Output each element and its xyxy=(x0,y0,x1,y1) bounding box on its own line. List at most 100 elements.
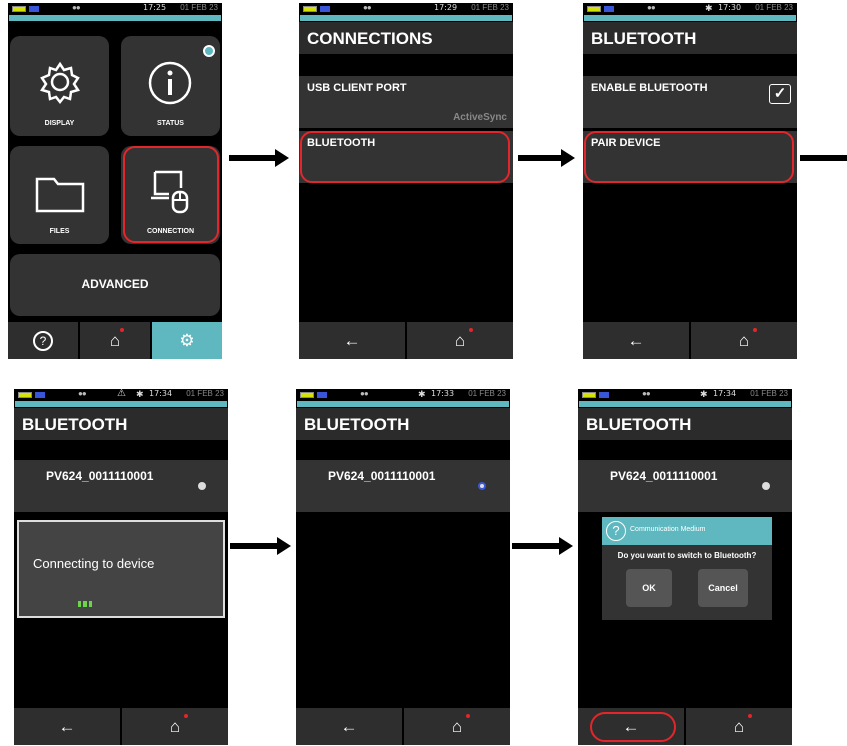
home-button[interactable]: ⌂ xyxy=(691,322,797,359)
page-title: BLUETOOTH xyxy=(583,22,797,54)
tile-label: DISPLAY xyxy=(44,120,75,127)
battery-icon xyxy=(320,6,330,12)
info-icon xyxy=(148,61,192,105)
communication-dialog: ? Communication Medium Do you want to sw… xyxy=(602,517,772,620)
battery-icon xyxy=(604,6,614,12)
ok-button[interactable]: OK xyxy=(626,569,672,607)
back-button[interactable]: ← xyxy=(296,708,402,745)
item-label: USB CLIENT PORT xyxy=(307,82,407,94)
sensor-icon: ●● xyxy=(360,389,369,398)
battery-icon xyxy=(29,6,39,12)
date: 01 FEB 23 xyxy=(750,389,788,398)
enable-bluetooth-checkbox[interactable]: ✓ xyxy=(769,84,791,104)
page-title: BLUETOOTH xyxy=(578,408,792,440)
settings-button[interactable]: ⚙ xyxy=(152,322,222,359)
usb-client-port-item[interactable]: USB CLIENT PORT ActiveSync xyxy=(299,76,513,128)
files-tile[interactable]: FILES xyxy=(10,146,109,244)
bottom-nav: ← ⌂ xyxy=(296,708,510,745)
connecting-message: Connecting to device xyxy=(33,556,155,571)
page-title: BLUETOOTH xyxy=(296,408,510,440)
enable-bluetooth-item[interactable]: ENABLE BLUETOOTH ✓ xyxy=(583,76,797,128)
screen-bluetooth: ●● ✱ 17:30 01 FEB 23 BLUETOOTH ENABLE BL… xyxy=(583,3,797,359)
screen-device-list: ●● ✱ 17:33 01 FEB 23 BLUETOOTH PV624_001… xyxy=(296,389,510,745)
back-button[interactable]: ← xyxy=(14,708,120,745)
bottom-nav: ? ⌂ ⚙ xyxy=(8,322,222,359)
question-icon: ? xyxy=(606,521,626,541)
dialog-message: Do you want to switch to Bluetooth? xyxy=(617,551,757,560)
home-button[interactable]: ⌂ xyxy=(404,708,510,745)
settings-icon: ⚙ xyxy=(179,330,195,350)
bottom-nav: ← ⌂ xyxy=(299,322,513,359)
dialog-title: Communication Medium xyxy=(630,526,706,533)
dialog-header: ? Communication Medium xyxy=(602,517,772,545)
sensor-icon: ●● xyxy=(647,3,656,12)
accent-bar xyxy=(579,401,791,407)
date: 01 FEB 23 xyxy=(755,3,793,12)
battery-icon xyxy=(582,392,596,398)
home-button[interactable]: ⌂ xyxy=(686,708,792,745)
status-bar: ●● ✱ 17:33 01 FEB 23 xyxy=(296,389,510,401)
clock: 17:34 xyxy=(713,389,737,398)
battery-icon xyxy=(599,392,609,398)
alert-dot xyxy=(120,328,124,332)
home-icon: ⌂ xyxy=(451,716,463,736)
help-button[interactable]: ? xyxy=(8,322,78,359)
clock: 17:34 xyxy=(149,389,173,398)
highlight-back-button xyxy=(590,712,676,742)
notification-dot xyxy=(203,45,215,57)
device-list-item[interactable]: PV624_0011110001 xyxy=(14,460,228,512)
back-arrow-icon: ← xyxy=(340,716,358,736)
accent-bar xyxy=(297,401,509,407)
back-arrow-icon: ← xyxy=(58,716,76,736)
date: 01 FEB 23 xyxy=(471,3,509,12)
tile-label: STATUS xyxy=(157,120,184,127)
home-icon: ⌂ xyxy=(454,330,466,350)
battery-icon xyxy=(317,392,327,398)
page-title: CONNECTIONS xyxy=(299,22,513,54)
device-list-item[interactable]: PV624_0011110001 xyxy=(296,460,510,512)
connecting-dialog: Connecting to device xyxy=(17,520,225,618)
highlight-connection xyxy=(123,146,219,243)
bluetooth-icon: ✱ xyxy=(700,389,708,399)
screen-main-menu: ●● 17:25 01 FEB 23 DISPLAY STATUS FILES … xyxy=(8,3,222,359)
alert-dot xyxy=(748,714,752,718)
home-button[interactable]: ⌂ xyxy=(122,708,228,745)
display-tile[interactable]: DISPLAY xyxy=(10,36,109,136)
status-bar: ●● ✱ 17:30 01 FEB 23 xyxy=(583,3,797,15)
sensor-icon: ●● xyxy=(363,3,372,12)
item-label: ENABLE BLUETOOTH xyxy=(591,82,708,94)
screen-connections: ●● 17:29 01 FEB 23 CONNECTIONS USB CLIEN… xyxy=(299,3,513,359)
home-icon: ⌂ xyxy=(733,716,745,736)
accent-bar xyxy=(584,15,796,21)
warning-icon: ⚠ xyxy=(117,389,126,399)
bluetooth-icon: ✱ xyxy=(136,389,144,399)
accent-bar xyxy=(9,15,221,21)
home-icon: ⌂ xyxy=(169,716,181,736)
alert-dot xyxy=(184,714,188,718)
cancel-label: Cancel xyxy=(708,583,738,593)
home-button[interactable]: ⌂ xyxy=(407,322,513,359)
gear-icon xyxy=(40,61,80,104)
clock: 17:29 xyxy=(434,3,458,12)
screen-connecting: ●● ⚠ ✱ 17:34 01 FEB 23 BLUETOOTH PV624_0… xyxy=(14,389,228,745)
back-button[interactable]: ← xyxy=(299,322,405,359)
battery-icon xyxy=(300,392,314,398)
status-bar: ●● ✱ 17:34 01 FEB 23 xyxy=(578,389,792,401)
home-button[interactable]: ⌂ xyxy=(80,322,150,359)
alert-dot xyxy=(466,714,470,718)
cancel-button[interactable]: Cancel xyxy=(698,569,748,607)
advanced-button[interactable]: ADVANCED xyxy=(10,254,220,316)
device-list-item[interactable]: PV624_0011110001 xyxy=(578,460,792,512)
status-tile[interactable]: STATUS xyxy=(121,36,220,136)
help-icon: ? xyxy=(33,330,53,351)
home-icon: ⌂ xyxy=(109,330,121,350)
progress-indicator xyxy=(78,601,92,607)
status-bar: ●● 17:25 01 FEB 23 xyxy=(8,3,222,15)
bottom-nav: ← ⌂ xyxy=(14,708,228,745)
accent-bar xyxy=(15,401,227,407)
bottom-nav: ← ⌂ xyxy=(583,322,797,359)
date: 01 FEB 23 xyxy=(180,3,218,12)
screen-switch-dialog: ●● ✱ 17:34 01 FEB 23 BLUETOOTH PV624_001… xyxy=(578,389,792,745)
back-button[interactable]: ← xyxy=(583,322,689,359)
back-arrow-icon: ← xyxy=(343,330,361,350)
